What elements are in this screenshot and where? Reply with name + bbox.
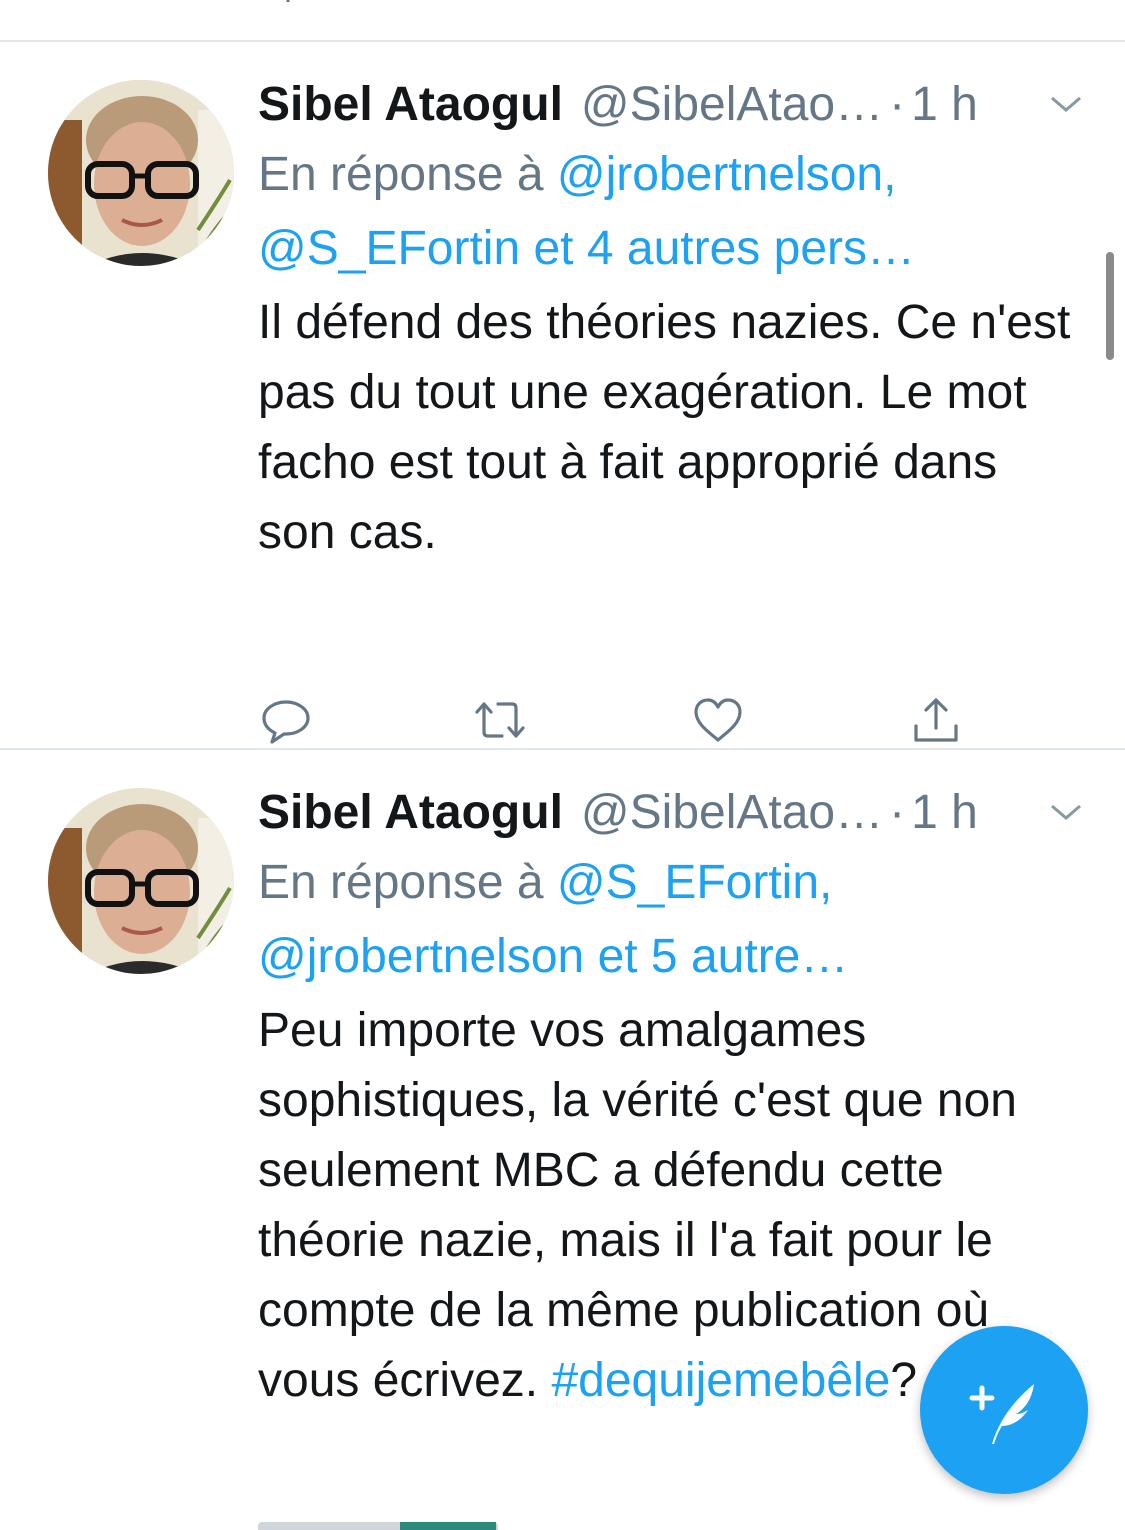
compose-tweet-icon bbox=[969, 1384, 1034, 1444]
user-handle[interactable]: @SibelAtao… bbox=[581, 72, 883, 138]
heart-icon[interactable] bbox=[698, 0, 738, 10]
reply-context: En réponse à @S_EFortin, @jrobertnelson … bbox=[258, 846, 1078, 994]
reply-prefix: En réponse à bbox=[258, 856, 544, 909]
reply-prefix: En réponse à bbox=[258, 148, 544, 201]
tweet-text-end: ? bbox=[890, 1354, 918, 1407]
retweet-icon[interactable] bbox=[478, 0, 518, 10]
separator: · bbox=[889, 786, 906, 839]
display-name[interactable]: Sibel Ataogul bbox=[258, 780, 563, 846]
scrollbar[interactable] bbox=[1106, 252, 1114, 360]
compose-tweet-button[interactable] bbox=[920, 1326, 1088, 1494]
share-icon[interactable] bbox=[916, 0, 956, 10]
reply-mention[interactable]: @S_EFortin et 4 autres pers… bbox=[258, 222, 915, 275]
separator: · bbox=[889, 78, 906, 131]
tweet-text: Il défend des théories nazies. Ce n'est … bbox=[258, 296, 1071, 559]
timestamp[interactable]: 1 h bbox=[911, 72, 978, 138]
tweet-header: Sibel Ataogul @SibelAtao… · 1 h bbox=[258, 72, 1078, 138]
reply-mention[interactable]: @jrobertnelson, bbox=[557, 148, 897, 201]
display-name[interactable]: Sibel Ataogul bbox=[258, 72, 563, 138]
reply-icon[interactable] bbox=[258, 692, 314, 748]
next-tweet-media-edge bbox=[258, 1520, 1078, 1530]
user-handle[interactable]: @SibelAtao… bbox=[581, 780, 883, 846]
reply-icon[interactable] bbox=[262, 0, 302, 10]
reply-mention[interactable]: @S_EFortin, bbox=[557, 856, 832, 909]
tweet-text-main: Peu importe vos amalgames sophistiques, … bbox=[258, 1004, 1017, 1407]
previous-tweet-edge bbox=[0, 0, 1125, 42]
chevron-down-icon[interactable] bbox=[1048, 92, 1084, 116]
heart-icon[interactable] bbox=[690, 692, 746, 748]
tweet[interactable]: Sibel Ataogul @SibelAtao… · 1 h En répon… bbox=[0, 42, 1125, 750]
avatar[interactable] bbox=[48, 80, 234, 266]
chevron-down-icon[interactable] bbox=[1048, 800, 1084, 824]
reply-mention[interactable]: @jrobertnelson et 5 autre… bbox=[258, 930, 848, 983]
share-icon[interactable] bbox=[908, 692, 964, 748]
tweet-actions bbox=[258, 692, 998, 752]
reply-context: En réponse à @jrobertnelson, @S_EFortin … bbox=[258, 138, 1078, 286]
avatar[interactable] bbox=[48, 788, 234, 974]
tweet-header: Sibel Ataogul @SibelAtao… · 1 h bbox=[258, 780, 1078, 846]
timestamp[interactable]: 1 h bbox=[911, 780, 978, 846]
hashtag-link[interactable]: #dequijemebêle bbox=[551, 1354, 890, 1407]
retweet-icon[interactable] bbox=[472, 692, 528, 748]
